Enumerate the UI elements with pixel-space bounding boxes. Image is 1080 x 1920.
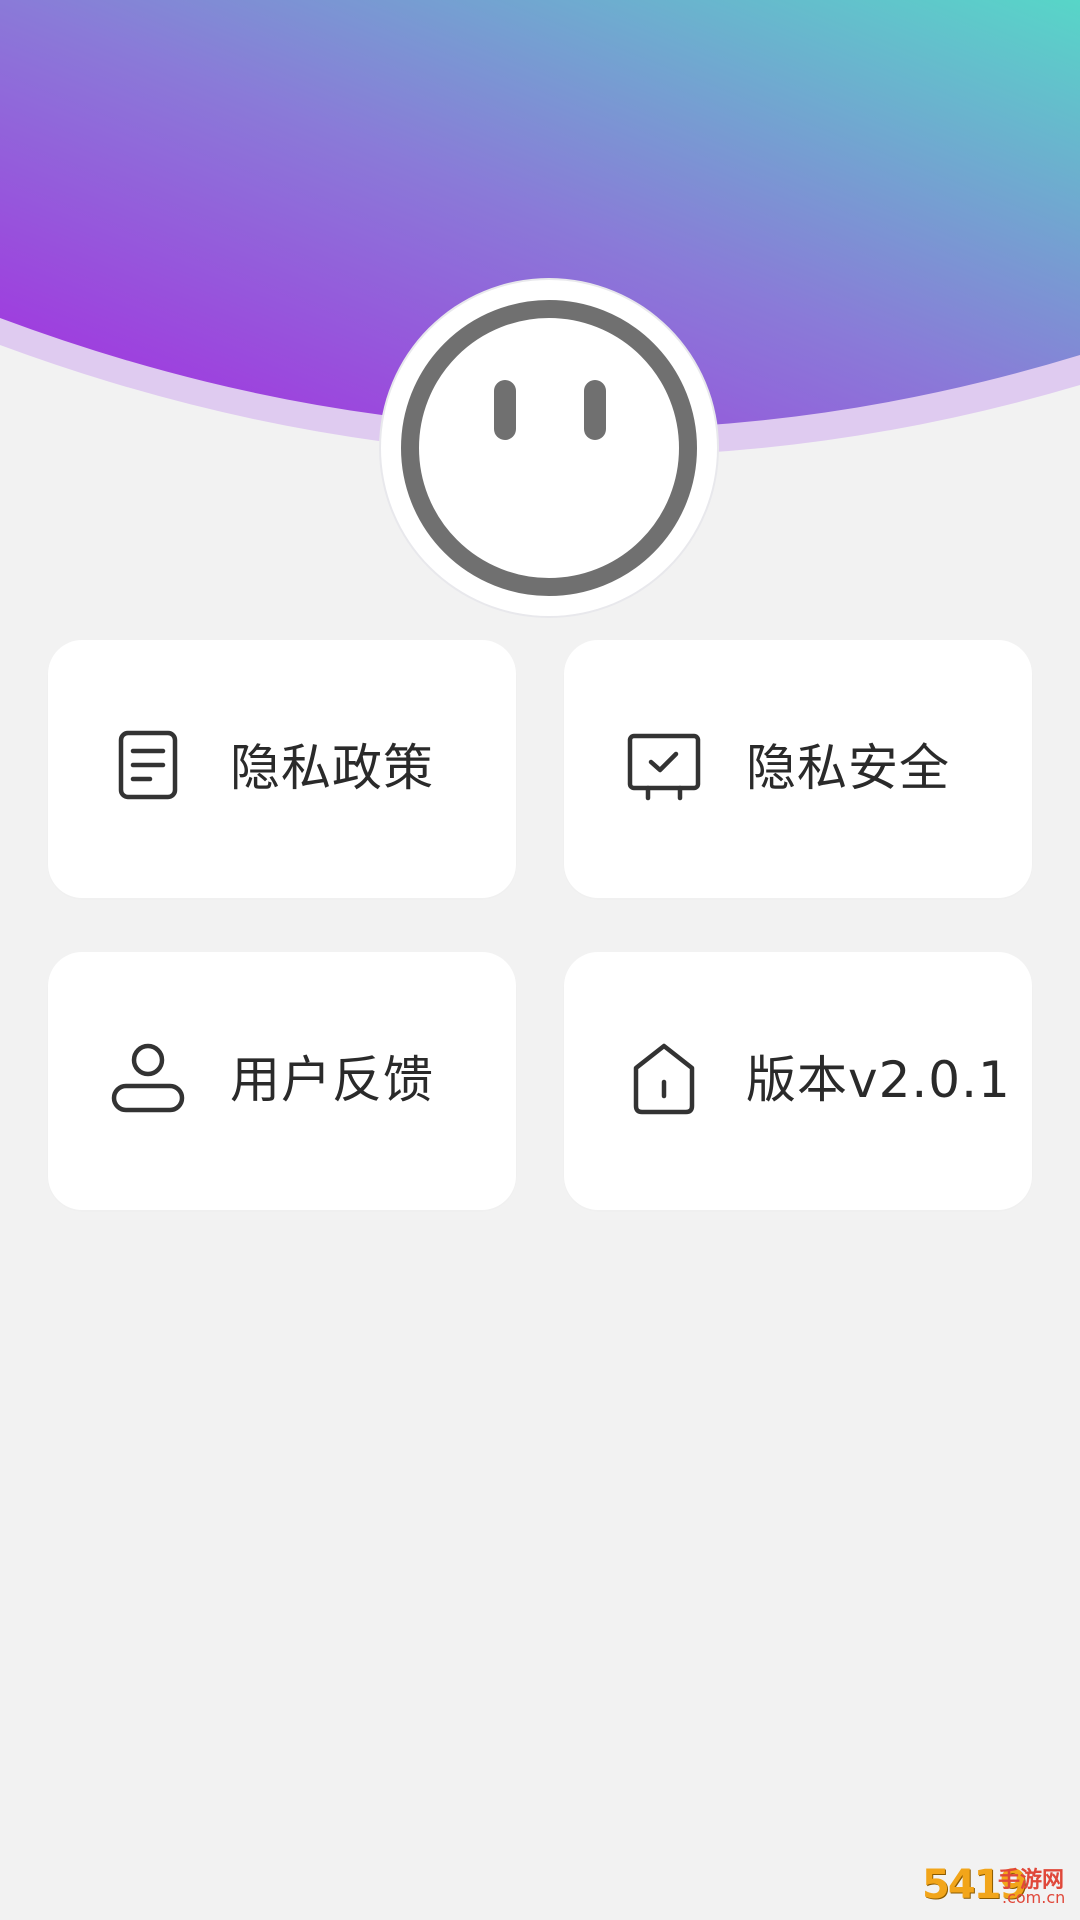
user-feedback-label: 用户反馈 <box>230 1051 434 1109</box>
home-icon <box>622 1038 706 1122</box>
site-watermark-logo: 5419 手游网 .com.cn <box>922 1858 1072 1914</box>
privacy-security-button[interactable]: 隐私安全 <box>564 640 1032 898</box>
document-icon <box>106 726 190 810</box>
user-icon <box>106 1038 190 1122</box>
privacy-policy-button[interactable]: 隐私政策 <box>48 640 516 898</box>
monitor-check-icon <box>622 726 706 810</box>
user-feedback-button[interactable]: 用户反馈 <box>48 952 516 1210</box>
version-label: 版本v2.0.1 <box>746 1051 1011 1109</box>
smiley-face-icon <box>401 300 697 596</box>
privacy-policy-label: 隐私政策 <box>230 739 434 797</box>
version-info-button[interactable]: 版本v2.0.1 <box>564 952 1032 1210</box>
avatar[interactable] <box>381 280 717 616</box>
privacy-security-label: 隐私安全 <box>746 739 950 797</box>
watermark-domain: .com.cn <box>1002 1888 1066 1907</box>
